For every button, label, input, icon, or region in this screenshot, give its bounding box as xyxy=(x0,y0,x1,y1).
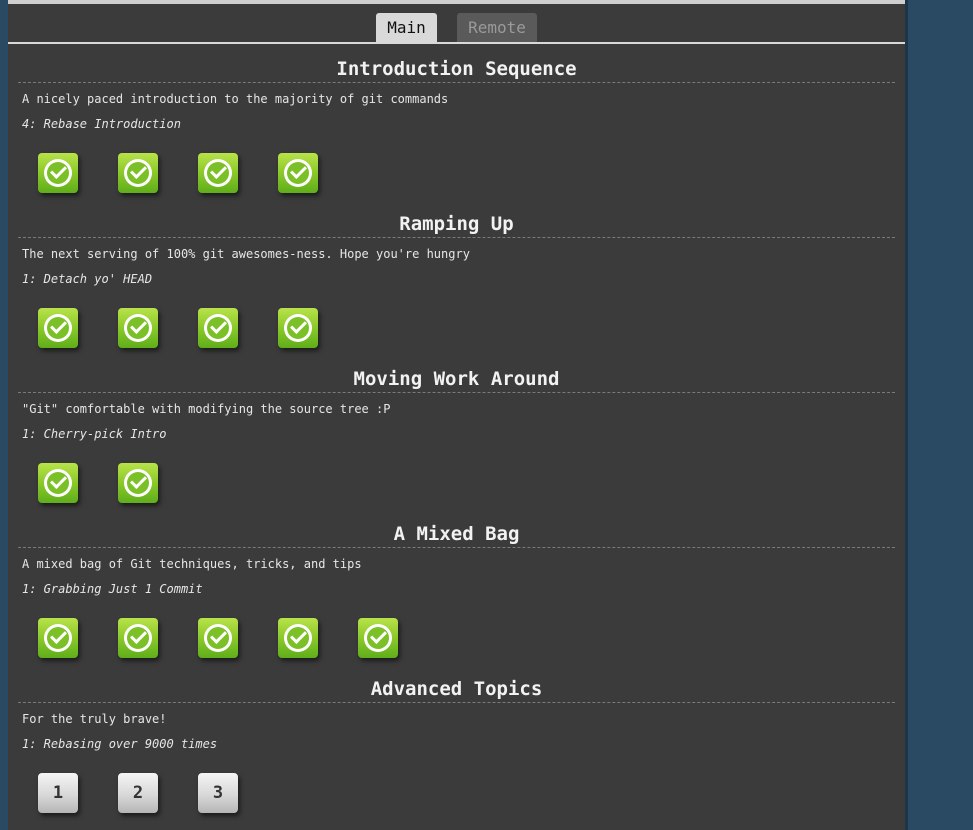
current-level-label: 1: Grabbing Just 1 Commit xyxy=(22,582,203,596)
section-title: A Mixed Bag xyxy=(18,509,895,548)
section-description: For the truly brave! xyxy=(22,712,167,726)
panel-edge xyxy=(905,0,908,830)
level-complete-icon[interactable] xyxy=(38,308,78,348)
level-select-panel: Main Remote Introduction Sequence A nice… xyxy=(8,0,905,830)
tab-bar: Main Remote xyxy=(8,4,905,44)
current-level-label: 1: Detach yo' HEAD xyxy=(22,272,153,286)
level-button[interactable]: 1 xyxy=(38,773,78,813)
tab-main[interactable]: Main xyxy=(376,13,437,42)
level-icons xyxy=(38,294,905,354)
current-level-label: 1: Rebasing over 9000 times xyxy=(22,737,218,751)
level-complete-icon[interactable] xyxy=(38,153,78,193)
section-moving-work-around: Moving Work Around "Git" comfortable wit… xyxy=(8,354,905,509)
level-complete-icon[interactable] xyxy=(278,308,318,348)
section-description: A nicely paced introduction to the major… xyxy=(22,92,449,106)
checkmark-icon xyxy=(44,469,72,497)
level-complete-icon[interactable] xyxy=(38,463,78,503)
level-complete-icon[interactable] xyxy=(198,618,238,658)
level-complete-icon[interactable] xyxy=(118,153,158,193)
checkmark-icon xyxy=(124,469,152,497)
level-button[interactable]: 2 xyxy=(118,773,158,813)
level-complete-icon[interactable] xyxy=(118,463,158,503)
checkmark-icon xyxy=(44,159,72,187)
checkmark-icon xyxy=(124,314,152,342)
section-description: A mixed bag of Git techniques, tricks, a… xyxy=(22,557,362,571)
checkmark-icon xyxy=(284,314,312,342)
checkmark-icon xyxy=(204,159,232,187)
section-title: Ramping Up xyxy=(18,199,895,238)
checkmark-icon xyxy=(44,624,72,652)
checkmark-icon xyxy=(124,624,152,652)
level-complete-icon[interactable] xyxy=(198,308,238,348)
checkmark-icon xyxy=(124,159,152,187)
level-complete-icon[interactable] xyxy=(278,153,318,193)
level-complete-icon[interactable] xyxy=(38,618,78,658)
level-icons xyxy=(38,449,905,509)
checkmark-icon xyxy=(284,159,312,187)
current-level-label: 4: Rebase Introduction xyxy=(22,117,181,131)
checkmark-icon xyxy=(364,624,392,652)
section-description: The next serving of 100% git awesomes-ne… xyxy=(22,247,470,261)
level-complete-icon[interactable] xyxy=(198,153,238,193)
level-complete-icon[interactable] xyxy=(358,618,398,658)
section-introduction-sequence: Introduction Sequence A nicely paced int… xyxy=(8,44,905,199)
level-complete-icon[interactable] xyxy=(278,618,318,658)
section-a-mixed-bag: A Mixed Bag A mixed bag of Git technique… xyxy=(8,509,905,664)
section-title: Introduction Sequence xyxy=(18,44,895,83)
checkmark-icon xyxy=(204,624,232,652)
level-complete-icon[interactable] xyxy=(118,308,158,348)
checkmark-icon xyxy=(284,624,312,652)
checkmark-icon xyxy=(44,314,72,342)
level-icons xyxy=(38,139,905,199)
level-complete-icon[interactable] xyxy=(118,618,158,658)
section-advanced-topics: Advanced Topics For the truly brave! 1: … xyxy=(8,664,905,819)
current-level-label: 1: Cherry-pick Intro xyxy=(22,427,167,441)
level-button[interactable]: 3 xyxy=(198,773,238,813)
section-title: Moving Work Around xyxy=(18,354,895,393)
level-icons: 1 2 3 xyxy=(38,759,905,819)
section-ramping-up: Ramping Up The next serving of 100% git … xyxy=(8,199,905,354)
checkmark-icon xyxy=(204,314,232,342)
level-icons xyxy=(38,604,905,664)
tab-remote[interactable]: Remote xyxy=(457,13,537,42)
section-title: Advanced Topics xyxy=(18,664,895,703)
section-description: "Git" comfortable with modifying the sou… xyxy=(22,402,391,416)
